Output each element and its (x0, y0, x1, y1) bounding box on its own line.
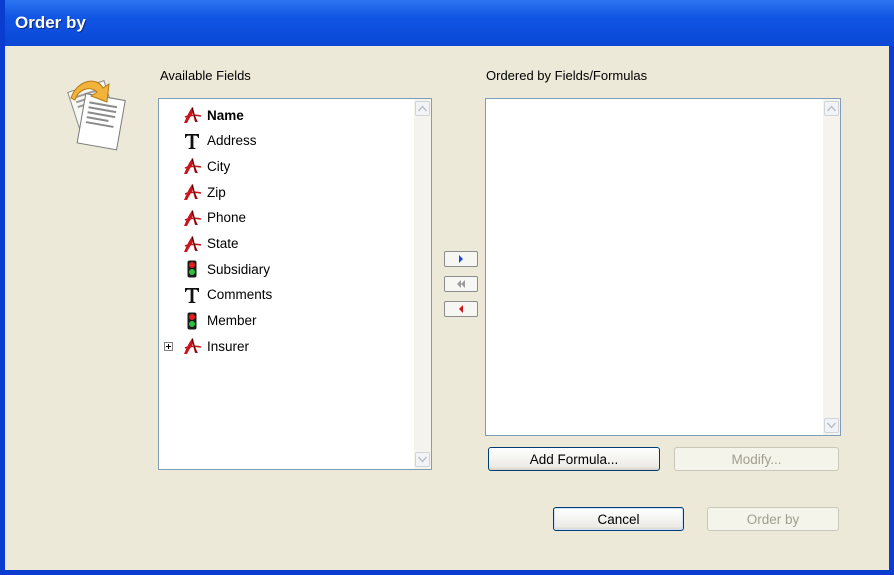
boolean-trafficlight-icon (181, 258, 203, 280)
available-fields-list[interactable]: Name Address City Zip Phone State Subsidiary Co… (158, 98, 432, 470)
text-t-icon (181, 284, 203, 306)
available-fields-label: Available Fields (160, 68, 251, 83)
relation-a-icon (181, 335, 203, 357)
order-by-dialog: Order by Available Fields Name Address C… (0, 0, 894, 575)
field-item-label: Subsidiary (207, 261, 271, 277)
cancel-button[interactable]: Cancel (553, 507, 684, 531)
scroll-down-button[interactable] (824, 418, 839, 433)
dialog-title: Order by (15, 13, 86, 32)
ordered-fields-label: Ordered by Fields/Formulas (486, 68, 648, 83)
field-item-label: Phone (207, 210, 247, 226)
field-item-subsidiary[interactable]: Subsidiary (181, 257, 270, 281)
field-item-address[interactable]: Address (181, 129, 257, 153)
field-item-comments[interactable]: Comments (181, 283, 272, 307)
field-item-state[interactable]: State (181, 232, 239, 256)
arrow-left-red-icon (459, 305, 463, 313)
relation-a-icon (181, 104, 203, 126)
field-item-phone[interactable]: Phone (181, 206, 246, 230)
field-item-label: Address (207, 133, 257, 149)
scroll-up-button[interactable] (415, 101, 430, 116)
remove-field-button[interactable] (444, 301, 478, 317)
ordered-fields-list[interactable] (485, 98, 841, 436)
field-item-label: Comments (207, 287, 273, 303)
field-item-insurer[interactable]: Insurer (181, 334, 249, 358)
field-item-zip[interactable]: Zip (181, 180, 226, 204)
sort-documents-icon (67, 80, 126, 151)
text-t-icon (181, 130, 203, 152)
field-item-label: Insurer (207, 338, 250, 354)
field-item-label: Zip (207, 184, 226, 200)
scroll-down-button[interactable] (415, 452, 430, 467)
expand-toggle[interactable] (164, 342, 173, 352)
relation-a-icon (181, 207, 203, 229)
available-fields-scrollbar[interactable] (414, 99, 431, 469)
remove-all-button[interactable] (444, 276, 478, 292)
add-field-button[interactable] (444, 251, 478, 267)
field-item-name[interactable]: Name (181, 103, 244, 127)
field-item-member[interactable]: Member (181, 309, 257, 333)
modify-button[interactable]: Modify... (674, 447, 839, 471)
field-item-label: Member (207, 313, 257, 329)
boolean-trafficlight-icon (181, 310, 203, 332)
field-item-city[interactable]: City (181, 154, 230, 178)
ordered-fields-scrollbar[interactable] (823, 99, 840, 435)
arrow-right-blue-icon (459, 255, 463, 263)
field-item-label: State (207, 236, 239, 251)
add-formula-button[interactable]: Add Formula... (488, 447, 660, 471)
field-item-label: City (207, 158, 231, 174)
order-by-button[interactable]: Order by (707, 507, 839, 531)
relation-a-icon (181, 181, 203, 203)
double-arrow-left-gray-icon (457, 280, 465, 288)
scroll-up-button[interactable] (824, 101, 839, 116)
title-bar[interactable]: Order by (5, 0, 894, 46)
relation-a-icon (181, 233, 203, 255)
relation-a-icon (181, 155, 203, 177)
field-item-label: Name (207, 107, 244, 123)
